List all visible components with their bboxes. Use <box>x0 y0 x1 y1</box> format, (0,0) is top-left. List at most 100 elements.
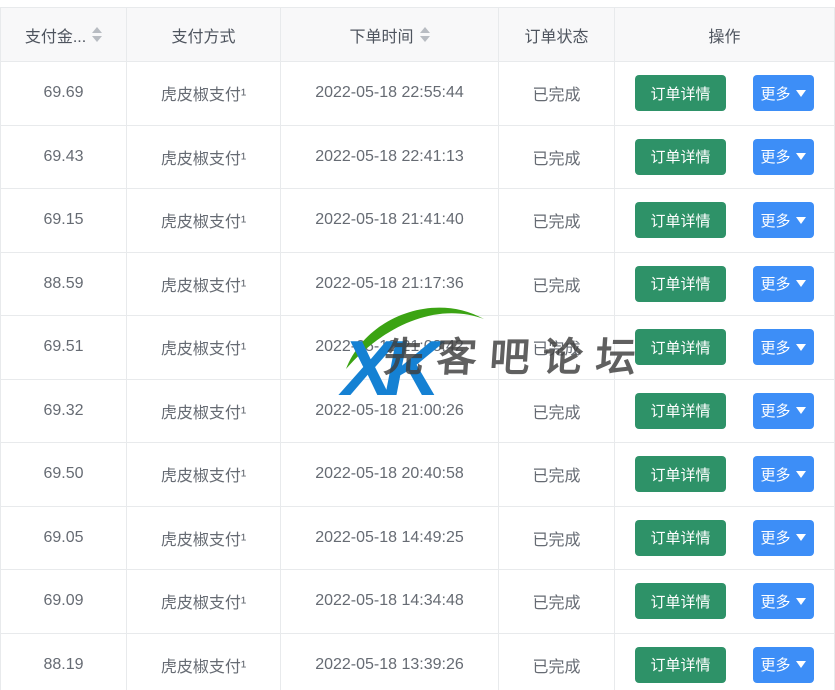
column-header-amount[interactable]: 支付金... <box>1 8 127 62</box>
more-button[interactable]: 更多 <box>753 456 814 492</box>
table-row: 88.59虎皮椒支付¹2022-05-18 21:17:36已完成订单详情更多 <box>1 253 834 317</box>
method-cell: 虎皮椒支付¹ <box>127 126 281 190</box>
actions-cell: 订单详情 更多 <box>615 62 834 126</box>
actions-cell: 订单详情 更多 <box>615 380 834 444</box>
sort-asc-icon[interactable] <box>420 27 430 33</box>
amount-cell: 69.32 <box>1 380 127 444</box>
sort-desc-icon[interactable] <box>92 36 102 42</box>
more-button[interactable]: 更多 <box>753 329 814 365</box>
actions-cell: 订单详情 更多 <box>615 316 834 380</box>
order-detail-button[interactable]: 订单详情 <box>635 520 725 556</box>
amount-cell: 69.15 <box>1 189 127 253</box>
time-cell: 2022-05-18 22:41:13 <box>281 126 499 190</box>
orders-table: 支付金...支付方式下单时间订单状态操作 69.69虎皮椒支付¹2022-05-… <box>0 7 835 690</box>
amount-cell: 88.59 <box>1 253 127 317</box>
column-header-status: 订单状态 <box>499 8 615 62</box>
order-detail-button[interactable]: 订单详情 <box>635 329 725 365</box>
actions-cell: 订单详情更多 <box>615 253 834 317</box>
column-header-time[interactable]: 下单时间 <box>281 8 499 62</box>
more-button-label: 更多 <box>761 654 791 675</box>
caret-down-icon <box>796 598 806 605</box>
column-label: 支付方式 <box>171 23 235 47</box>
table-row: 69.51虎皮椒支付¹2022-05-18 21:08:42已完成订单详情更多 <box>1 316 834 380</box>
more-button-label: 更多 <box>761 337 791 358</box>
table-row: 69.05虎皮椒支付¹2022-05-18 14:49:25已完成订单详情更多 <box>1 507 834 571</box>
table-row: 69.09虎皮椒支付¹2022-05-18 14:34:48已完成订单详情更多 <box>1 570 834 634</box>
order-detail-button[interactable]: 订单详情 <box>635 139 725 175</box>
order-detail-button[interactable]: 订单详情 <box>635 456 725 492</box>
table-row: 69.50虎皮椒支付¹2022-05-18 20:40:58已完成订单详情 更多 <box>1 443 834 507</box>
column-header-actions: 操作 <box>615 8 834 62</box>
table-row: 69.69虎皮椒支付¹2022-05-18 22:55:44已完成订单详情更多 <box>1 62 834 126</box>
caret-down-icon <box>796 344 806 351</box>
sort-asc-icon[interactable] <box>92 27 102 33</box>
caret-down-icon <box>796 407 806 414</box>
sort-carets[interactable] <box>420 27 430 42</box>
table-row: 69.32虎皮椒支付¹2022-05-18 21:00:26已完成订单详情更多 <box>1 380 834 444</box>
column-label: 订单状态 <box>524 23 588 47</box>
amount-cell: 69.43 <box>1 126 127 190</box>
status-cell: 已完成 <box>499 126 615 190</box>
caret-down-icon <box>796 153 806 160</box>
more-button[interactable]: 更多 <box>753 202 814 238</box>
order-detail-button[interactable]: 订单详情 <box>635 75 725 111</box>
actions-cell: 订单详情 更多 <box>615 570 834 634</box>
actions-cell: 订单详情 更多 <box>615 189 834 253</box>
actions-cell: 订单详情 更多 <box>615 507 834 571</box>
amount-cell: 69.50 <box>1 443 127 507</box>
order-detail-button[interactable]: 订单详情 <box>635 202 725 238</box>
caret-down-icon <box>796 217 806 224</box>
column-label: 支付金... <box>25 23 86 47</box>
time-cell: 2022-05-18 13:39:26 <box>281 634 499 690</box>
method-cell: 虎皮椒支付¹ <box>127 62 281 126</box>
more-button[interactable]: 更多 <box>753 266 814 302</box>
status-cell: 已完成 <box>499 443 615 507</box>
amount-cell: 69.05 <box>1 507 127 571</box>
more-button[interactable]: 更多 <box>753 75 814 111</box>
caret-down-icon <box>796 90 806 97</box>
table-row: 69.43虎皮椒支付¹2022-05-18 22:41:13已完成订单详情 更多 <box>1 126 834 190</box>
order-detail-button[interactable]: 订单详情 <box>635 266 725 302</box>
more-button-label: 更多 <box>761 464 791 485</box>
more-button-label: 更多 <box>761 400 791 421</box>
more-button-label: 更多 <box>761 527 791 548</box>
status-cell: 已完成 <box>499 253 615 317</box>
more-button[interactable]: 更多 <box>753 583 814 619</box>
caret-down-icon <box>796 534 806 541</box>
more-button-label: 更多 <box>761 210 791 231</box>
status-cell: 已完成 <box>499 507 615 571</box>
method-cell: 虎皮椒支付¹ <box>127 316 281 380</box>
time-cell: 2022-05-18 21:17:36 <box>281 253 499 317</box>
more-button[interactable]: 更多 <box>753 393 814 429</box>
actions-cell: 订单详情 更多 <box>615 126 834 190</box>
time-cell: 2022-05-18 21:41:40 <box>281 189 499 253</box>
more-button[interactable]: 更多 <box>753 520 814 556</box>
method-cell: 虎皮椒支付¹ <box>127 189 281 253</box>
more-button-label: 更多 <box>761 83 791 104</box>
status-cell: 已完成 <box>499 316 615 380</box>
time-cell: 2022-05-18 20:40:58 <box>281 443 499 507</box>
method-cell: 虎皮椒支付¹ <box>127 570 281 634</box>
column-header-method: 支付方式 <box>127 8 281 62</box>
time-cell: 2022-05-18 21:08:42 <box>281 316 499 380</box>
order-detail-button[interactable]: 订单详情 <box>635 583 725 619</box>
status-cell: 已完成 <box>499 570 615 634</box>
caret-down-icon <box>796 280 806 287</box>
order-detail-button[interactable]: 订单详情 <box>635 393 725 429</box>
caret-down-icon <box>796 471 806 478</box>
table-header: 支付金... 支付方式 下单时间 订单状态 操作 <box>1 8 834 62</box>
sort-desc-icon[interactable] <box>420 36 430 42</box>
more-button[interactable]: 更多 <box>753 647 814 683</box>
time-cell: 2022-05-18 22:55:44 <box>281 62 499 126</box>
more-button-label: 更多 <box>761 146 791 167</box>
more-button[interactable]: 更多 <box>753 139 814 175</box>
more-button-label: 更多 <box>761 591 791 612</box>
method-cell: 虎皮椒支付¹ <box>127 380 281 444</box>
order-detail-button[interactable]: 订单详情 <box>635 647 725 683</box>
status-cell: 已完成 <box>499 189 615 253</box>
method-cell: 虎皮椒支付¹ <box>127 443 281 507</box>
amount-cell: 88.19 <box>1 634 127 690</box>
amount-cell: 69.69 <box>1 62 127 126</box>
actions-cell: 订单详情 更多 <box>615 634 834 690</box>
sort-carets[interactable] <box>92 27 102 42</box>
